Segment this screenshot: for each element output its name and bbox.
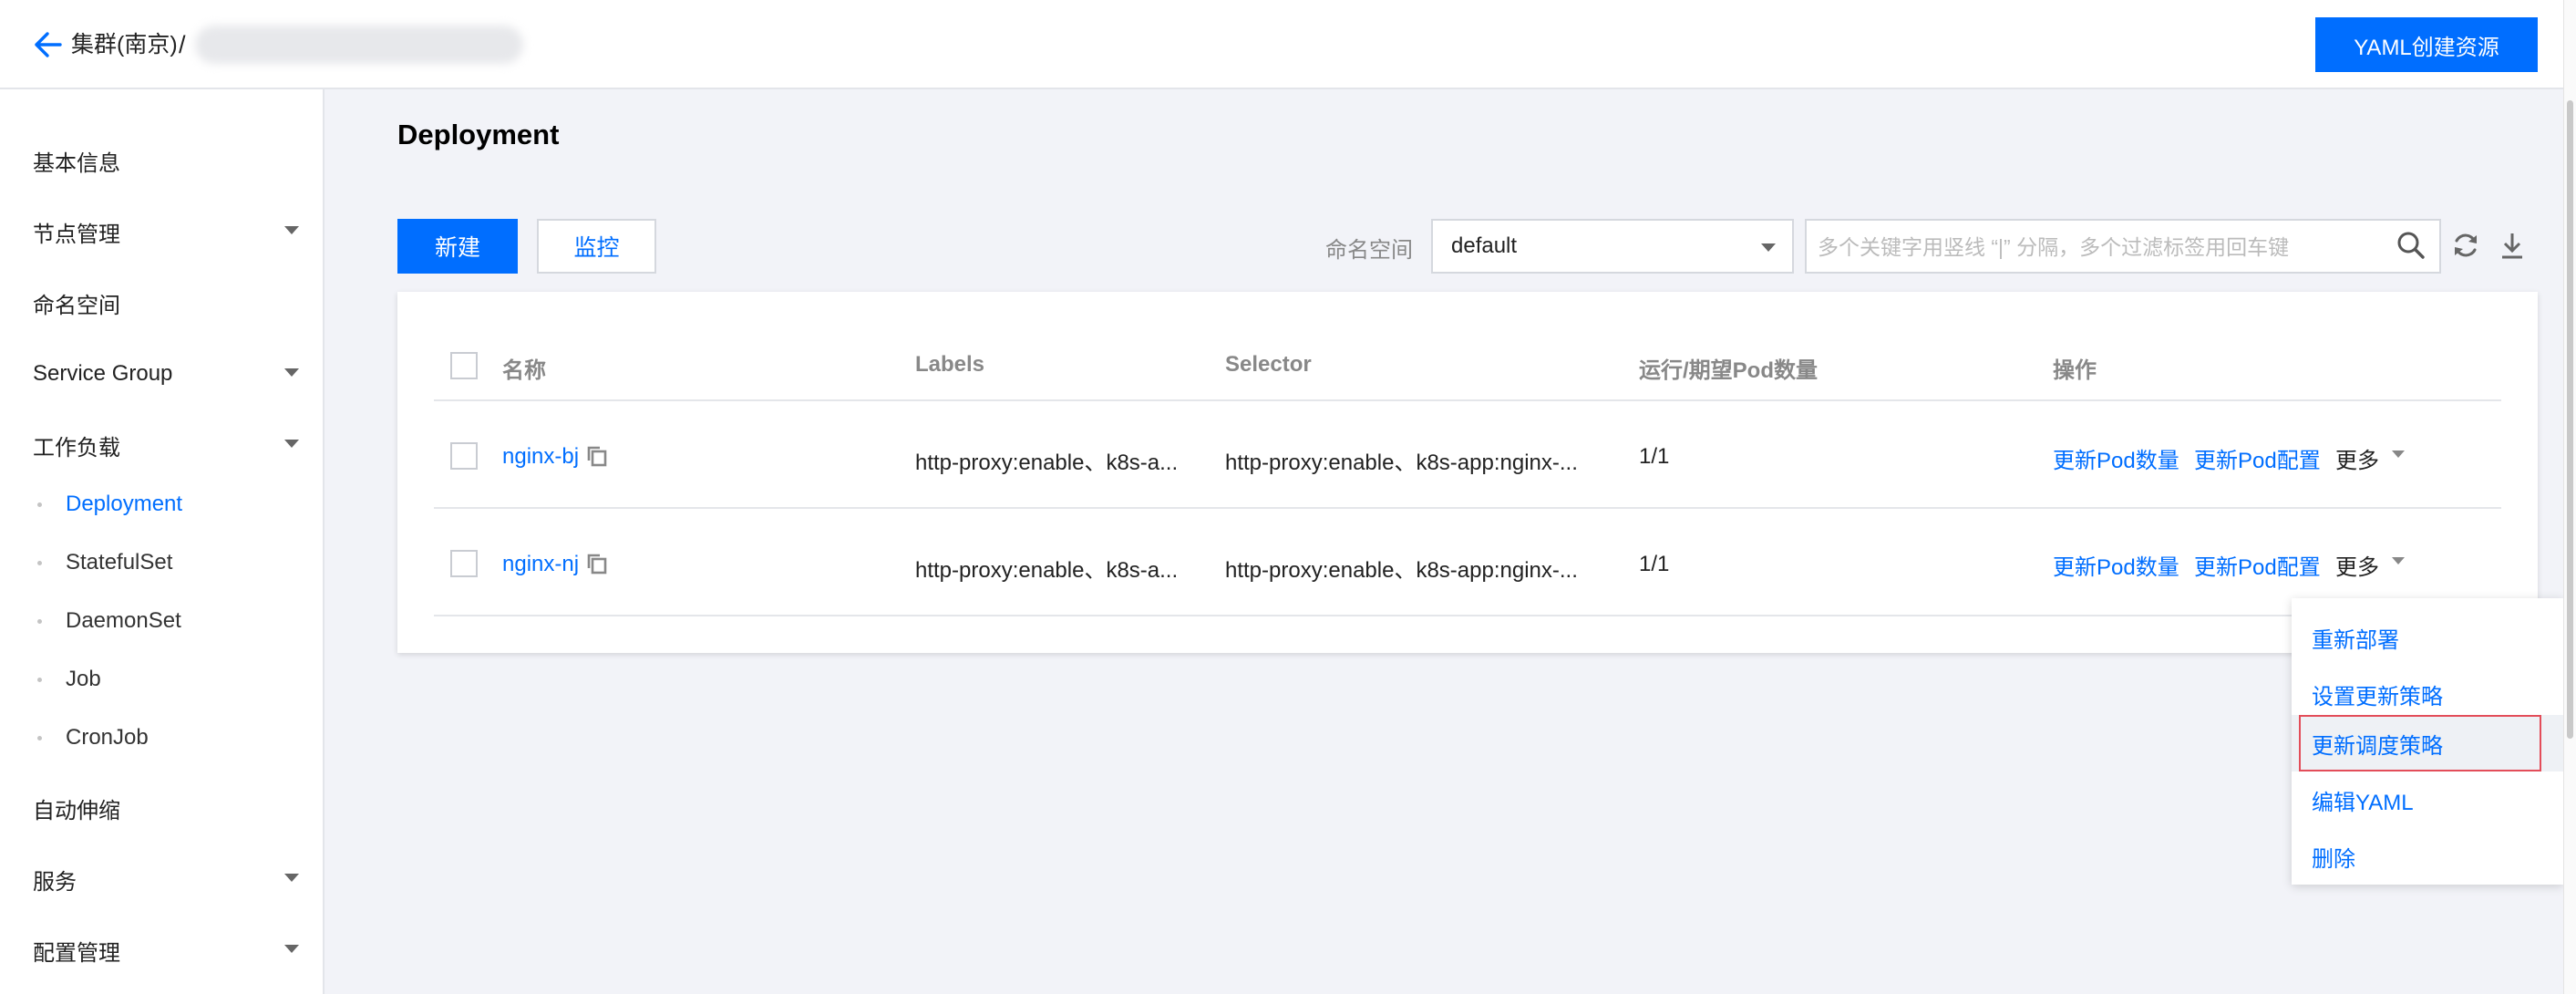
namespace-select-value: default (1451, 233, 1518, 258)
sidebar-item-basic-info[interactable]: 基本信息 (0, 135, 323, 186)
sidebar-item-namespace[interactable]: 命名空间 (0, 277, 323, 328)
caret-down-icon (284, 226, 299, 234)
caret-down-icon (1761, 243, 1776, 252)
caret-down-icon[interactable] (2392, 450, 2405, 458)
sidebar-item-service-group[interactable]: Service Group (0, 348, 323, 399)
bullet-dot (37, 736, 42, 740)
back-arrow-icon[interactable] (31, 28, 64, 61)
sidebar-item-config-management[interactable]: 配置管理 (0, 925, 323, 976)
sidebar-item-label: 工作负载 (33, 435, 120, 461)
sidebar-subitem-cronjob[interactable]: CronJob (0, 715, 323, 761)
caret-down-icon (284, 945, 299, 953)
sidebar-subitem-job[interactable]: Job (0, 657, 323, 702)
more-actions-button[interactable]: 更多 (2335, 442, 2379, 474)
column-header-selector: Selector (1225, 352, 1312, 377)
menu-item-delete[interactable]: 删除 (2292, 828, 2563, 885)
deployment-name-link[interactable]: nginx-bj (502, 444, 579, 470)
labels-cell: http-proxy:enable、k8s-a... (915, 558, 1179, 583)
update-pod-config-link[interactable]: 更新Pod配置 (2194, 549, 2321, 581)
refresh-icon[interactable] (2450, 230, 2481, 261)
breadcrumb-separator: / (179, 31, 186, 58)
download-icon[interactable] (2498, 230, 2527, 261)
pod-count-cell: 1/1 (1639, 444, 1670, 469)
sidebar-item-label: 配置管理 (33, 940, 120, 966)
namespace-select[interactable]: default (1431, 219, 1794, 274)
top-bar: 集群(南京) / YAML创建资源 (0, 0, 2576, 89)
row-checkbox[interactable] (450, 442, 478, 470)
sidebar-item-autoscaling[interactable]: 自动伸缩 (0, 782, 323, 834)
sidebar-item-label: 自动伸缩 (33, 798, 120, 823)
menu-item-redeploy[interactable]: 重新部署 (2292, 609, 2563, 666)
copy-icon[interactable] (585, 552, 609, 575)
sidebar-item-label: 服务 (33, 869, 77, 895)
caret-down-icon (284, 440, 299, 448)
monitor-button[interactable]: 监控 (537, 219, 656, 274)
search-box (1805, 219, 2441, 274)
sidebar-item-services[interactable]: 服务 (0, 854, 323, 905)
sidebar: 基本信息 节点管理 命名空间 Service Group 工作负载 Deploy… (0, 89, 325, 994)
yaml-create-resource-button[interactable]: YAML创建资源 (2315, 17, 2538, 72)
bullet-dot (37, 502, 42, 507)
select-all-checkbox[interactable] (450, 352, 478, 379)
breadcrumb-cluster[interactable]: 集群(南京) (71, 28, 178, 61)
sidebar-item-label: 命名空间 (33, 293, 120, 318)
sidebar-item-label: Service Group (33, 361, 173, 386)
page-title: Deployment (397, 119, 560, 150)
more-actions-button[interactable]: 更多 (2335, 549, 2379, 581)
copy-icon[interactable] (585, 444, 609, 468)
menu-item-set-update-strategy[interactable]: 设置更新策略 (2292, 666, 2563, 722)
sidebar-subitem-label: Job (66, 667, 101, 691)
table-row-divider (434, 615, 2501, 616)
bullet-dot (37, 619, 42, 624)
sidebar-subitem-deployment[interactable]: Deployment (0, 481, 323, 527)
update-pod-config-link[interactable]: 更新Pod配置 (2194, 442, 2321, 474)
breadcrumb-cluster-id-redacted (195, 26, 523, 64)
search-input[interactable] (1816, 226, 2366, 268)
table-divider (434, 399, 2501, 401)
more-actions-dropdown: 重新部署 设置更新策略 更新调度策略 编辑YAML 删除 (2292, 598, 2563, 885)
deployment-name-link[interactable]: nginx-nj (502, 552, 579, 577)
sidebar-subitem-label: Deployment (66, 492, 183, 516)
menu-item-update-scheduling-policy[interactable]: 更新调度策略 (2292, 715, 2563, 771)
bullet-dot (37, 561, 42, 565)
column-header-pod-count: 运行/期望Pod数量 (1639, 358, 1818, 383)
menu-item-edit-yaml[interactable]: 编辑YAML (2292, 771, 2563, 828)
sidebar-item-node-management[interactable]: 节点管理 (0, 206, 323, 257)
caret-down-icon (284, 368, 299, 377)
namespace-label: 命名空间 (1325, 238, 1413, 263)
labels-cell: http-proxy:enable、k8s-a... (915, 450, 1179, 475)
sidebar-subitem-label: StatefulSet (66, 550, 173, 575)
caret-down-icon (284, 874, 299, 882)
sidebar-subitem-label: DaemonSet (66, 608, 181, 633)
update-pod-count-link[interactable]: 更新Pod数量 (2053, 442, 2179, 474)
sidebar-item-label: 节点管理 (33, 222, 120, 247)
sidebar-subitem-statefulset[interactable]: StatefulSet (0, 540, 323, 585)
column-header-actions: 操作 (2053, 358, 2097, 383)
column-header-name: 名称 (502, 358, 546, 383)
sidebar-item-workload[interactable]: 工作负载 (0, 419, 323, 471)
sidebar-subitem-daemonset[interactable]: DaemonSet (0, 598, 323, 644)
scrollbar-thumb[interactable] (2567, 100, 2573, 739)
search-icon[interactable] (2396, 230, 2427, 261)
window-scrollbar[interactable] (2563, 0, 2576, 994)
table-row-divider (434, 507, 2501, 509)
selector-cell: http-proxy:enable、k8s-app:nginx-... (1225, 558, 1578, 583)
update-pod-count-link[interactable]: 更新Pod数量 (2053, 549, 2179, 581)
column-header-labels: Labels (915, 352, 985, 377)
caret-down-icon[interactable] (2392, 557, 2405, 564)
sidebar-subitem-label: CronJob (66, 725, 149, 750)
sidebar-item-label: 基本信息 (33, 150, 120, 176)
selector-cell: http-proxy:enable、k8s-app:nginx-... (1225, 450, 1578, 475)
row-checkbox[interactable] (450, 550, 478, 577)
pod-count-cell: 1/1 (1639, 552, 1670, 576)
new-button[interactable]: 新建 (397, 219, 518, 274)
bullet-dot (37, 678, 42, 682)
